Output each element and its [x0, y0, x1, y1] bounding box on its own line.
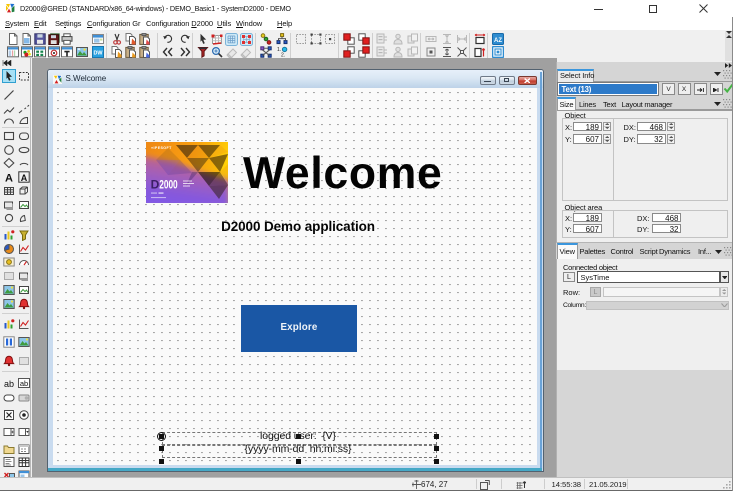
svg-text:≡IPESOFT: ≡IPESOFT — [151, 146, 172, 150]
svg-text:ab: ab — [19, 379, 27, 388]
svg-text:A: A — [20, 173, 27, 183]
svg-text:AZ: AZ — [494, 38, 502, 44]
svg-text:2000: 2000 — [159, 178, 178, 192]
svg-text:A: A — [5, 173, 13, 184]
svg-text:ab: ab — [3, 379, 13, 389]
svg-text:DW: DW — [93, 51, 103, 57]
